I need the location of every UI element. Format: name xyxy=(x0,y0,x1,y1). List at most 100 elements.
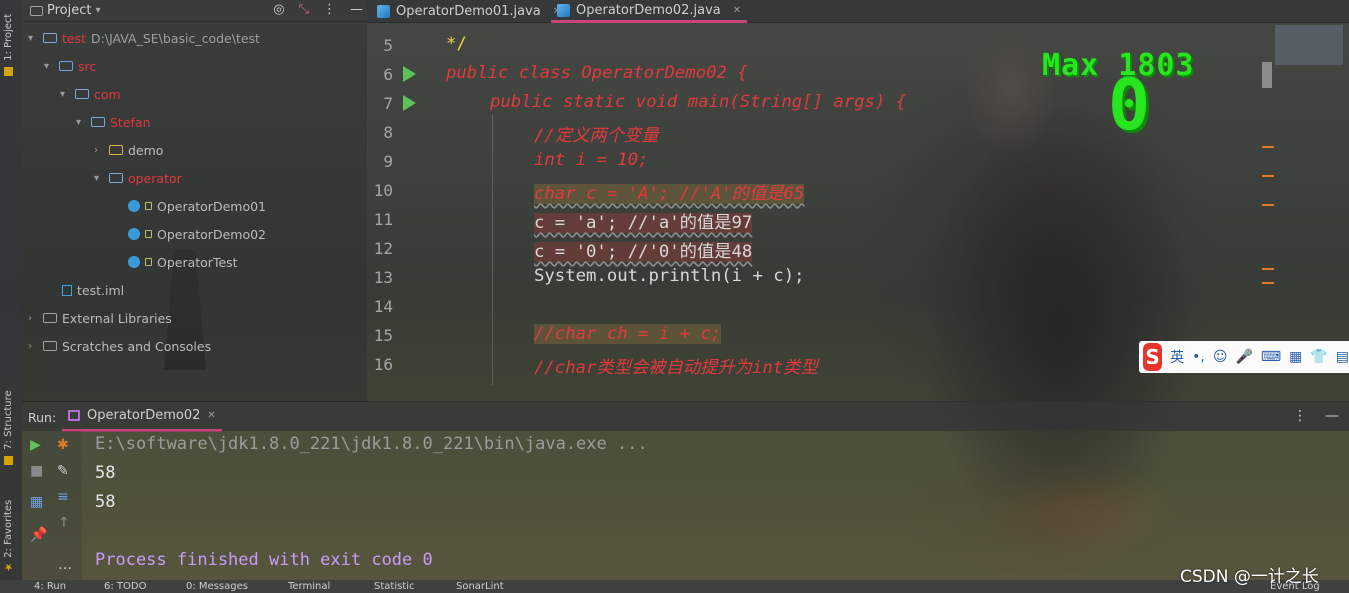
code-text: char c = 'A'; //'A'的值是65 xyxy=(534,184,805,204)
run-tab-operatordemo02[interactable]: OperatorDemo02 ✕ xyxy=(62,402,222,432)
console-exit-line: Process finished with exit code 0 xyxy=(95,550,433,570)
ime-punctuation-toggle[interactable]: •, xyxy=(1192,349,1205,365)
code-text: public class OperatorDemo02 { xyxy=(446,63,748,83)
chevron-right-icon: › xyxy=(28,340,32,352)
tool-window-sonarlint[interactable]: SonarLint xyxy=(456,581,504,592)
run-class-icon[interactable] xyxy=(403,66,416,82)
ime-language-toggle[interactable]: 英 xyxy=(1170,347,1184,367)
console-output-line: 58 xyxy=(95,463,116,483)
code-line-9: int i = 10; xyxy=(534,150,648,170)
tree-item-external-libraries[interactable]: › External Libraries xyxy=(28,308,172,328)
tree-item-operatordemo02[interactable]: OperatorDemo02 xyxy=(128,224,266,244)
collapse-arrows-icon[interactable]: ⤡ xyxy=(299,2,309,17)
close-icon[interactable]: ✕ xyxy=(733,5,741,16)
project-pane-header: Project ▾ ◎ ⤡ ⋮ — xyxy=(22,0,367,22)
minimize-icon[interactable]: — xyxy=(350,2,363,17)
line-number: 8 xyxy=(383,123,393,142)
up-arrow-icon[interactable]: ↑ xyxy=(58,515,70,531)
tree-item-scratches[interactable]: › Scratches and Consoles xyxy=(28,336,211,356)
project-pane: Project ▾ ◎ ⤡ ⋮ — ▾ test D:\JAVA_SE\basi… xyxy=(22,0,367,401)
tree-item-operator[interactable]: ▾ operator xyxy=(94,168,182,188)
project-tab-icon xyxy=(4,67,14,76)
toolbox-icon[interactable]: ▤ xyxy=(1336,349,1349,365)
run-main-icon[interactable] xyxy=(403,95,416,111)
locate-target-icon[interactable]: ◎ xyxy=(273,2,284,17)
run-console[interactable]: E:\software\jdk1.8.0_221\jdk1.8.0_221\bi… xyxy=(82,431,1349,580)
tree-item-operatortest[interactable]: OperatorTest xyxy=(128,252,238,272)
lock-icon xyxy=(145,230,152,238)
chevron-down-icon: ▾ xyxy=(60,88,66,100)
java-file-icon xyxy=(377,5,390,18)
line-number: 7 xyxy=(383,94,393,113)
code-line-8: //定义两个变量 xyxy=(534,126,659,146)
tab-operatordemo02[interactable]: OperatorDemo02.java ✕ xyxy=(551,0,748,23)
project-view-selector[interactable]: Project ▾ xyxy=(30,3,101,18)
left-tool-strip: 1: Project 7: Structure ★ 2: Favorites xyxy=(0,0,22,580)
tree-item-demo[interactable]: › demo xyxy=(94,140,163,160)
tool-tab-favorites[interactable]: ★ 2: Favorites xyxy=(3,492,14,572)
tool-window-messages[interactable]: 0: Messages xyxy=(186,581,248,592)
code-line-12: c = '0'; //'0'的值是48 xyxy=(534,237,753,262)
tool-window-terminal[interactable]: Terminal xyxy=(288,581,330,592)
more-icon[interactable]: … xyxy=(58,557,72,573)
run-side-toolbar: ▶ ✱ ■ ✎ ▦ ≡ 📌 ↑ … xyxy=(22,431,82,580)
keyboard-icon[interactable]: ⌨ xyxy=(1261,349,1281,365)
line-number: 6 xyxy=(383,65,393,84)
more-options-icon[interactable]: ⋮ xyxy=(1293,408,1307,424)
soft-wrap-icon[interactable]: ✎ xyxy=(57,463,69,479)
tool-window-run[interactable]: 4: Run xyxy=(34,581,66,592)
minimize-icon[interactable]: — xyxy=(1325,408,1339,424)
tool-tab-project[interactable]: 1: Project xyxy=(3,6,14,76)
error-stripe-mark[interactable] xyxy=(1262,268,1274,270)
code-text: int i = 10; xyxy=(534,150,649,170)
run-panel-toolbar: ⋮ — xyxy=(1293,408,1339,424)
error-stripe-mark[interactable] xyxy=(1262,175,1274,177)
code-text: c = '0'; //'0'的值是48 xyxy=(534,242,753,262)
game-score-value: 0 xyxy=(1108,64,1151,146)
library-icon xyxy=(43,313,57,323)
chevron-right-icon: › xyxy=(28,312,32,324)
star-icon: ★ xyxy=(3,561,14,572)
chevron-down-icon: ▾ xyxy=(76,116,82,128)
emoji-icon[interactable]: ☺ xyxy=(1213,349,1228,365)
lock-icon xyxy=(145,258,152,266)
skin-shirt-icon[interactable]: 👕 xyxy=(1310,349,1327,365)
bug-icon[interactable]: ✱ xyxy=(57,437,69,453)
sort-icon[interactable]: ≡ xyxy=(57,489,69,505)
project-folder-icon xyxy=(30,5,43,16)
error-stripe-mark[interactable] xyxy=(1262,282,1274,284)
code-line-5: */ xyxy=(446,34,467,54)
error-stripe-mark[interactable] xyxy=(1262,146,1274,148)
tree-item-stefan[interactable]: ▾ Stefan xyxy=(76,112,151,132)
chevron-right-icon: › xyxy=(94,144,98,156)
scratches-icon xyxy=(43,341,57,351)
sogou-logo-icon[interactable]: S xyxy=(1143,343,1163,371)
tree-item-project-root[interactable]: ▾ test D:\JAVA_SE\basic_code\test xyxy=(28,28,260,48)
user-grid-icon[interactable]: ▦ xyxy=(1289,349,1302,365)
chevron-down-icon: ▾ xyxy=(94,172,100,184)
stop-icon[interactable]: ■ xyxy=(30,463,43,479)
source-folder-icon xyxy=(59,61,73,71)
tree-item-test-iml[interactable]: test.iml xyxy=(62,280,124,300)
editor-scrollbar-thumb[interactable] xyxy=(1262,62,1272,88)
more-options-icon[interactable]: ⋮ xyxy=(323,2,336,17)
structure-tab-icon xyxy=(4,456,14,465)
java-class-icon xyxy=(128,228,140,240)
close-icon[interactable]: ✕ xyxy=(207,410,215,421)
line-number: 14 xyxy=(373,297,393,316)
tab-operatordemo01[interactable]: OperatorDemo01.java ✕ xyxy=(371,0,567,23)
tool-tab-structure[interactable]: 7: Structure xyxy=(3,390,14,465)
layout-icon[interactable]: ▦ xyxy=(30,494,43,510)
error-stripe-mark[interactable] xyxy=(1262,204,1274,206)
bottom-tool-bar: 4: Run 6: TODO 0: Messages Terminal Stat… xyxy=(0,580,1349,593)
tree-item-src[interactable]: ▾ src xyxy=(44,56,96,76)
pin-icon[interactable]: 📌 xyxy=(30,527,47,543)
rerun-icon[interactable]: ▶ xyxy=(30,437,41,453)
code-minimap[interactable] xyxy=(1275,25,1343,65)
indent-guide xyxy=(492,115,493,385)
tree-item-operatordemo01[interactable]: OperatorDemo01 xyxy=(128,196,266,216)
tree-item-com[interactable]: ▾ com xyxy=(60,84,121,104)
tool-window-todo[interactable]: 6: TODO xyxy=(104,581,146,592)
tool-window-statistic[interactable]: Statistic xyxy=(374,581,415,592)
microphone-icon[interactable]: 🎤 xyxy=(1235,349,1252,365)
